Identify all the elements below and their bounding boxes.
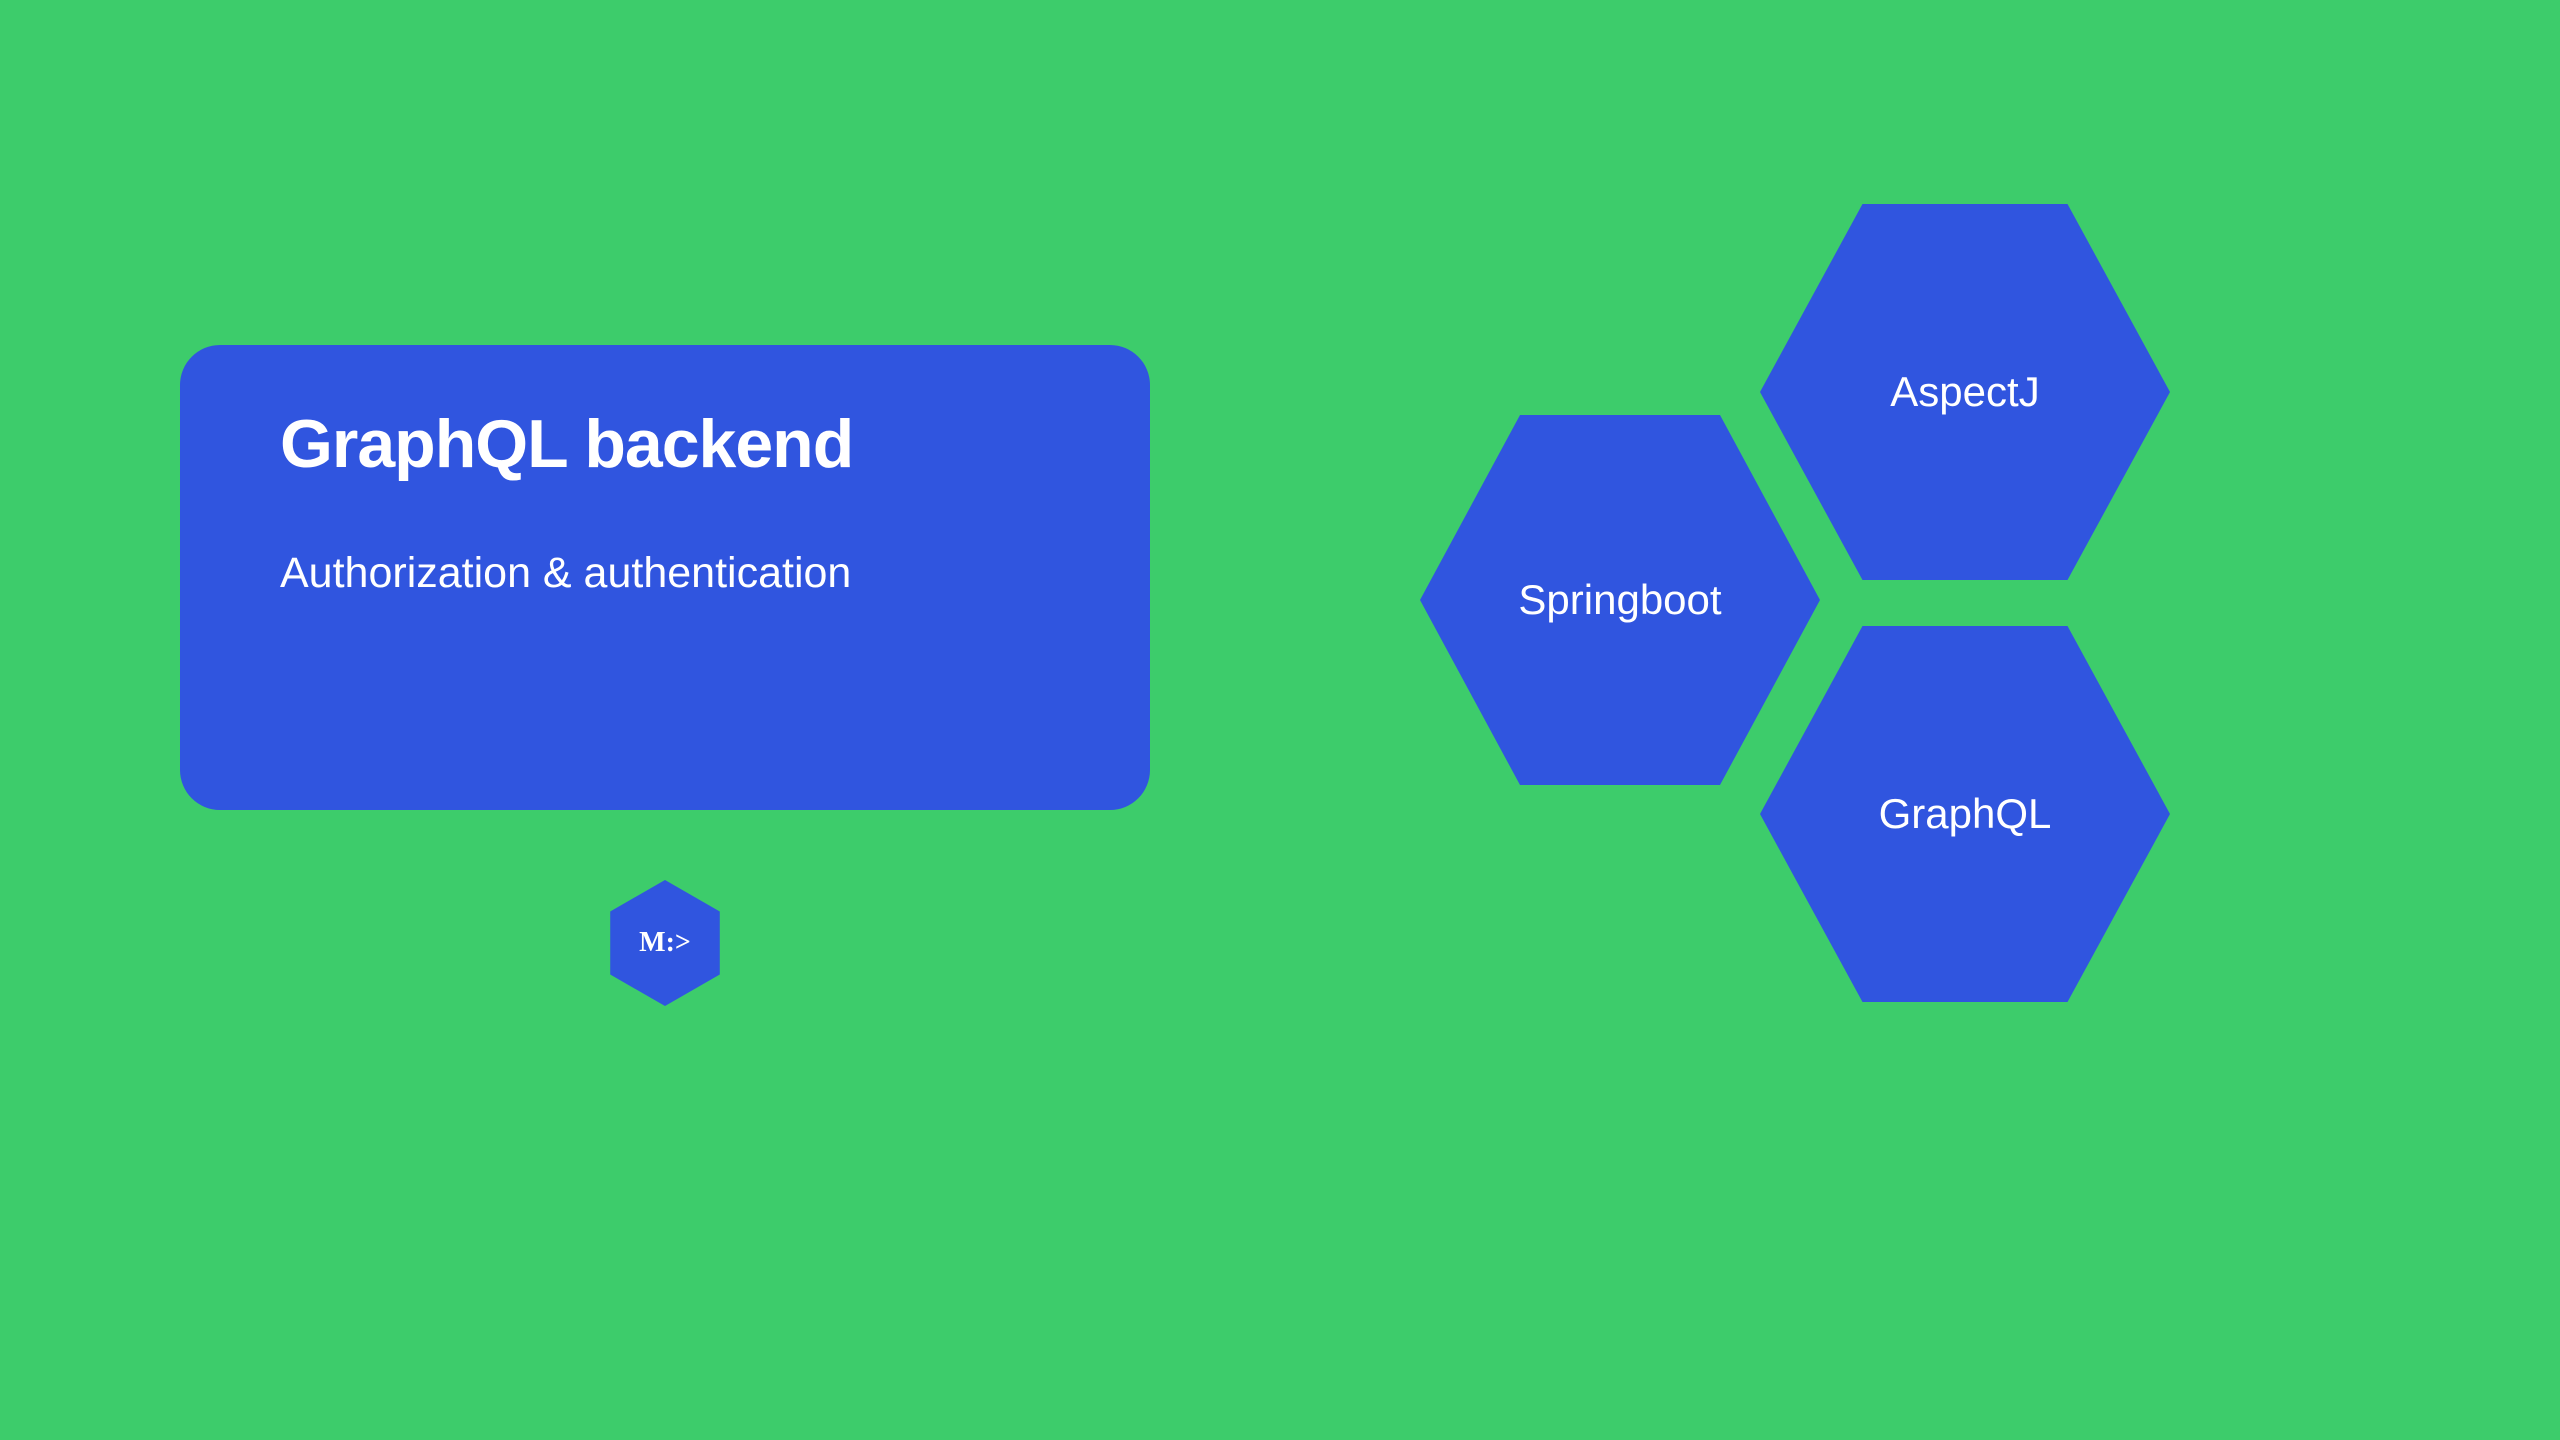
hexagon-graphql: GraphQL xyxy=(1760,626,2170,1002)
logo-text: M:> xyxy=(639,927,691,959)
hexagon-aspectj: AspectJ xyxy=(1760,204,2170,580)
hexagon-label: GraphQL xyxy=(1879,790,2052,838)
card-title: GraphQL backend xyxy=(280,405,1050,483)
hexagon-label: Springboot xyxy=(1518,576,1721,624)
hexagon-label: AspectJ xyxy=(1890,368,2039,416)
card-subtitle: Authorization & authentication xyxy=(280,543,1050,603)
logo-hexagon: M:> xyxy=(610,880,720,1006)
title-card: GraphQL backend Authorization & authenti… xyxy=(180,345,1150,810)
